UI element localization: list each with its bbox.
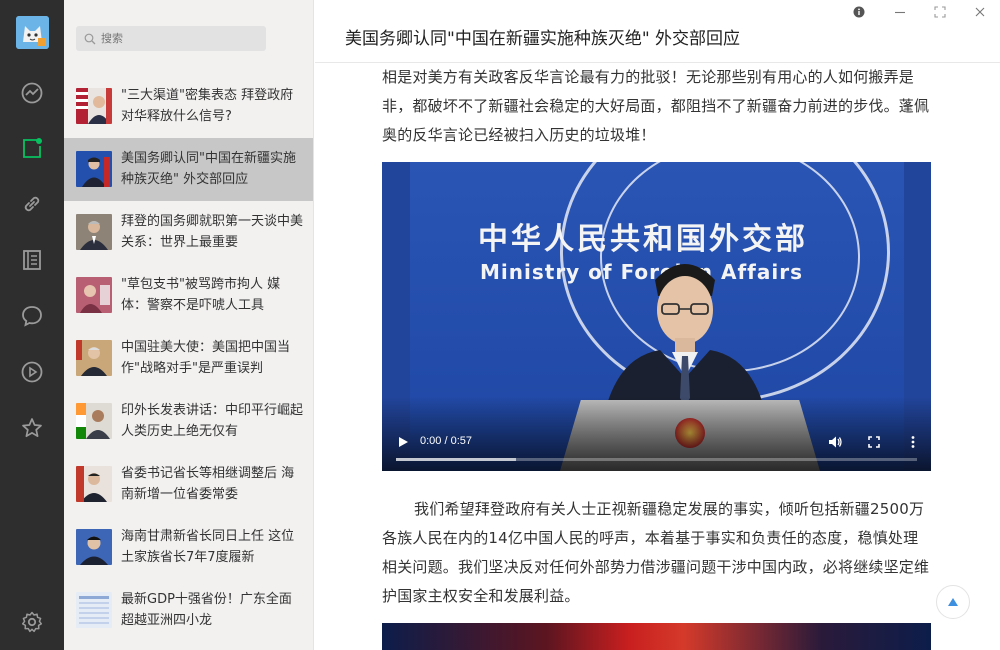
search-icon — [84, 33, 96, 44]
article-thumbnail — [76, 403, 112, 439]
list-item[interactable]: 海南甘肃新省长同日上任 这位土家族省长7年7度履新 — [64, 516, 313, 579]
list-item[interactable]: "草包支书"被骂跨市拘人 媒体：警察不是吓唬人工具 — [64, 264, 313, 327]
article-pane: 美国务卿认同"中国在新疆实施种族灭绝" 外交部回应 相是对美方有关政客反华言论最… — [315, 0, 1000, 650]
info-icon[interactable] — [851, 4, 867, 20]
list-item-title: "草包支书"被骂跨市拘人 媒体：警察不是吓唬人工具 — [121, 277, 281, 313]
list-item-title: 海南甘肃新省长同日上任 这位土家族省长7年7度履新 — [121, 529, 295, 565]
article-thumbnail — [76, 592, 112, 628]
article-header: 美国务卿认同"中国在新疆实施种族灭绝" 外交部回应 — [315, 0, 1000, 63]
list-item-title: 中国驻美大使：美国把中国当作"战略对手"是严重误判 — [121, 340, 291, 376]
maximize-icon[interactable] — [932, 4, 948, 20]
article-thumbnail — [76, 88, 112, 124]
trend-icon[interactable] — [20, 81, 44, 105]
list-item[interactable]: 省委书记省长等相继调整后 海南新增一位省委常委 — [64, 453, 313, 516]
article-image — [382, 623, 931, 650]
list-item[interactable]: 拜登的国务卿就职第一天谈中美关系：世界上最重要 — [64, 201, 313, 264]
list-item[interactable]: 最新GDP十强省份！广东全面超越亚洲四小龙 — [64, 579, 313, 642]
list-item[interactable]: 印外长发表讲话：中印平行崛起 人类历史上绝无仅有 — [64, 390, 313, 453]
fullscreen-icon[interactable] — [866, 434, 882, 450]
nav-rail — [0, 0, 64, 650]
book-icon[interactable] — [20, 248, 44, 272]
article-thumbnail — [76, 466, 112, 502]
video-progress-bar[interactable] — [396, 458, 917, 461]
gear-icon[interactable] — [20, 610, 44, 634]
list-item[interactable]: "三大渠道"密集表态 拜登政府对华释放什么信号? — [64, 75, 313, 138]
video-player[interactable]: 中华人民共和国外交部 Ministry of Foreign Affairs 0… — [382, 162, 931, 471]
list-item-title: 拜登的国务卿就职第一天谈中美关系：世界上最重要 — [121, 214, 303, 250]
star-icon[interactable] — [20, 416, 44, 440]
article-list: "三大渠道"密集表态 拜登政府对华释放什么信号? 美国务卿认同"中国在新疆实施种… — [64, 75, 313, 642]
link-icon[interactable] — [20, 192, 44, 216]
minimize-icon[interactable] — [892, 4, 908, 20]
list-item-title: 省委书记省长等相继调整后 海南新增一位省委常委 — [121, 466, 295, 502]
article-paragraph: 相是对美方有关政客反华言论最有力的批驳！无论那些别有用心的人如何搬弄是非，都破坏… — [382, 68, 930, 144]
article-thumbnail — [76, 277, 112, 313]
subscription-icon[interactable] — [20, 136, 44, 160]
arrow-up-icon — [948, 598, 958, 606]
close-icon[interactable] — [972, 4, 988, 20]
video-play-icon[interactable] — [396, 435, 410, 449]
more-options-icon[interactable] — [905, 434, 921, 450]
list-item-active[interactable]: 美国务卿认同"中国在新疆实施种族灭绝" 外交部回应 — [64, 138, 313, 201]
search-input[interactable] — [101, 32, 261, 45]
volume-icon[interactable] — [827, 434, 843, 450]
article-paragraph: 我们希望拜登政府有关人士正视新疆稳定发展的事实，倾听包括新疆2500万各族人民在… — [382, 500, 930, 605]
article-thumbnail — [76, 340, 112, 376]
list-item-title: 印外长发表讲话：中印平行崛起 人类历史上绝无仅有 — [121, 403, 303, 439]
list-item[interactable]: 中国驻美大使：美国把中国当作"战略对手"是严重误判 — [64, 327, 313, 390]
article-body: 相是对美方有关政客反华言论最有力的批驳！无论那些别有用心的人如何搬弄是非，都破坏… — [382, 63, 937, 650]
list-item-title: 美国务卿认同"中国在新疆实施种族灭绝" 外交部回应 — [121, 151, 296, 187]
article-thumbnail — [76, 529, 112, 565]
article-thumbnail — [76, 151, 112, 187]
video-controls: 0:00 / 0:57 — [382, 421, 931, 471]
article-title: 美国务卿认同"中国在新疆实施种族灭绝" 外交部回应 — [345, 29, 741, 49]
list-item-title: 最新GDP十强省份！广东全面超越亚洲四小龙 — [121, 592, 292, 628]
search-box[interactable] — [76, 26, 266, 51]
video-time: 0:00 / 0:57 — [420, 435, 472, 447]
app-avatar-icon[interactable] — [16, 16, 49, 49]
play-icon[interactable] — [20, 360, 44, 384]
scroll-to-top-button[interactable] — [936, 585, 970, 619]
article-list-panel: "三大渠道"密集表态 拜登政府对华释放什么信号? 美国务卿认同"中国在新疆实施种… — [64, 0, 314, 650]
list-item-title: "三大渠道"密集表态 拜登政府对华释放什么信号? — [121, 88, 294, 124]
chat-icon[interactable] — [20, 304, 44, 328]
article-thumbnail — [76, 214, 112, 250]
video-buffered-bar — [396, 458, 516, 461]
